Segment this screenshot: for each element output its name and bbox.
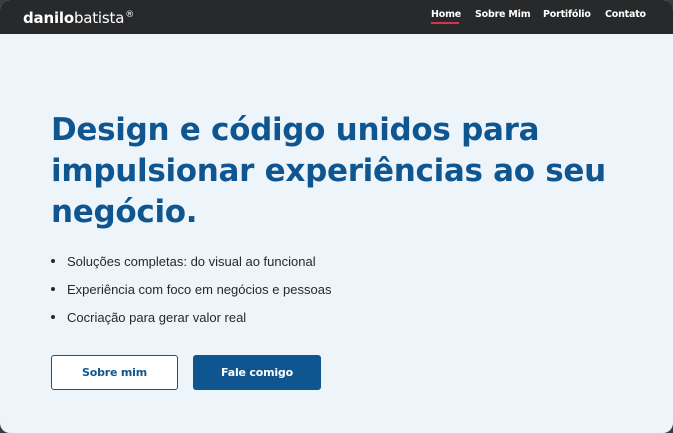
- logo-first-name: danilo: [23, 9, 74, 27]
- hero-title: Design e código unidos para impulsionar …: [51, 112, 606, 230]
- list-item: Soluções completas: do visual ao funcion…: [51, 252, 331, 280]
- bullet-text: Soluções completas: do visual ao funcion…: [67, 254, 316, 269]
- site-logo[interactable]: danilobatista®: [23, 6, 135, 27]
- nav-link-home[interactable]: Home: [431, 9, 461, 23]
- nav-active-indicator: [431, 22, 459, 24]
- nav-link-sobre-mim[interactable]: Sobre Mim: [475, 9, 531, 23]
- bullet-text: Experiência com foco em negócios e pesso…: [67, 282, 332, 297]
- sobre-mim-button[interactable]: Sobre mim: [51, 355, 178, 390]
- hero-bullet-list: Soluções completas: do visual ao funcion…: [51, 252, 331, 336]
- browser-page: danilobatista® Home Sobre Mim Portifólio…: [0, 0, 673, 433]
- bullet-dot-icon: [51, 259, 55, 263]
- bullet-dot-icon: [51, 287, 55, 291]
- logo-last-name: batista: [73, 9, 125, 27]
- list-item: Experiência com foco em negócios e pesso…: [51, 280, 331, 308]
- fale-comigo-button[interactable]: Fale comigo: [193, 355, 321, 390]
- bullet-text: Cocriação para gerar valor real: [67, 310, 247, 325]
- nav-link-portifolio[interactable]: Portifólio: [543, 9, 591, 23]
- nav-link-contato[interactable]: Contato: [605, 9, 646, 23]
- logo-registered-mark: ®: [125, 10, 135, 20]
- top-navbar: danilobatista® Home Sobre Mim Portifólio…: [0, 0, 673, 34]
- list-item: Cocriação para gerar valor real: [51, 308, 331, 336]
- bullet-dot-icon: [51, 315, 55, 319]
